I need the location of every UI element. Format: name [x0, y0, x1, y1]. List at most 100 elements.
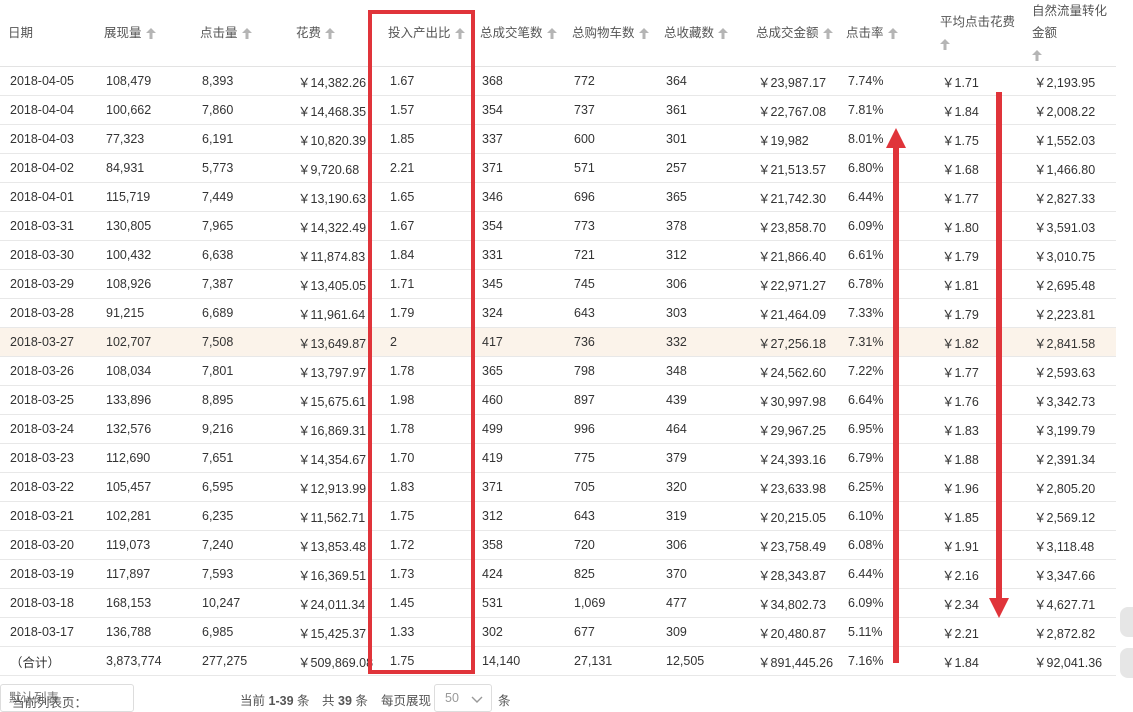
- table-cell: ￥24,562.60: [748, 356, 838, 386]
- table-cell: 2018-03-17: [0, 617, 96, 647]
- table-cell: ￥1.84: [932, 95, 1024, 125]
- column-header-label: 花费: [296, 26, 322, 40]
- sort-up-arrow-icon[interactable]: [145, 28, 156, 40]
- table-cell: 499: [472, 414, 564, 444]
- table-cell: ￥21,513.57: [748, 153, 838, 183]
- table-cell: ￥2.34: [932, 588, 1024, 618]
- table-cell: ￥1.82: [932, 327, 1024, 357]
- column-header[interactable]: 点击率: [838, 0, 932, 67]
- sort-up-arrow-icon[interactable]: [822, 28, 833, 40]
- table-cell: ￥3,118.48: [1024, 530, 1116, 560]
- table-cell: 2018-03-20: [0, 530, 96, 560]
- table-cell: 696: [564, 182, 656, 212]
- table-cell: ￥1.77: [932, 182, 1024, 212]
- table-cell: ￥20,215.05: [748, 501, 838, 531]
- table-row: 2018-03-17 136,788 6,985 ￥15,425.37 1.33 302 6…: [0, 617, 1116, 647]
- table-cell: 7.74%: [838, 66, 932, 96]
- column-header-label: 总成交金额: [756, 26, 819, 40]
- table-cell: 100,662: [96, 95, 192, 125]
- table-cell: ￥21,866.40: [748, 240, 838, 270]
- table-row: 2018-04-04 100,662 7,860 ￥14,468.35 1.57 354 7…: [0, 95, 1116, 125]
- sort-up-arrow-icon[interactable]: [718, 28, 729, 40]
- column-header[interactable]: 花费: [288, 0, 380, 67]
- table-cell: 346: [472, 182, 564, 212]
- table-cell: 108,926: [96, 269, 192, 299]
- table-cell: ￥15,675.61: [288, 385, 380, 415]
- total-count-text: 共 39 条: [322, 694, 368, 708]
- table-cell: 277,275: [192, 646, 288, 676]
- sort-up-arrow-icon[interactable]: [241, 28, 252, 40]
- table-row: 2018-04-05 108,479 8,393 ￥14,382.26 1.67 368 7…: [0, 66, 1116, 96]
- column-header[interactable]: 点击量: [192, 0, 288, 67]
- table-cell: 370: [656, 559, 748, 589]
- table-cell: 332: [656, 327, 748, 357]
- sort-up-arrow-icon[interactable]: [454, 28, 465, 40]
- table-cell: ￥1.75: [932, 124, 1024, 154]
- table-cell: 772: [564, 66, 656, 96]
- table-cell: ￥14,468.35: [288, 95, 380, 125]
- sort-up-arrow-icon[interactable]: [1032, 50, 1042, 62]
- table-cell: 2018-03-26: [0, 356, 96, 386]
- chevron-down-icon: [471, 693, 483, 707]
- sort-up-arrow-icon[interactable]: [325, 28, 336, 40]
- sort-up-arrow-icon[interactable]: [940, 39, 950, 51]
- column-header[interactable]: 总购物车数: [564, 0, 656, 67]
- table-cell: ￥23,987.17: [748, 66, 838, 96]
- table-cell: 477: [656, 588, 748, 618]
- table-row: 2018-03-23 112,690 7,651 ￥14,354.67 1.70 419 7…: [0, 443, 1116, 473]
- column-header[interactable]: 投入产出比: [380, 0, 472, 67]
- table-cell: 371: [472, 472, 564, 502]
- table-cell: 102,707: [96, 327, 192, 357]
- table-cell: ￥13,853.48: [288, 530, 380, 560]
- table-cell: 1.79: [380, 298, 472, 328]
- table-cell: 2018-03-28: [0, 298, 96, 328]
- table-cell: 306: [656, 530, 748, 560]
- table-cell: 2018-03-19: [0, 559, 96, 589]
- table-cell: ￥11,961.64: [288, 298, 380, 328]
- sort-up-arrow-icon[interactable]: [887, 28, 898, 40]
- table-cell: 2018-04-03: [0, 124, 96, 154]
- table-cell: ￥23,858.70: [748, 211, 838, 241]
- table-cell: 6.44%: [838, 559, 932, 589]
- table-cell: 2.21: [380, 153, 472, 183]
- table-cell: 312: [472, 501, 564, 531]
- table-cell: 7,801: [192, 356, 288, 386]
- table-row: 2018-03-19 117,897 7,593 ￥16,369.51 1.73 424 8…: [0, 559, 1116, 589]
- column-header-label: 日期: [8, 26, 34, 40]
- table-cell: 331: [472, 240, 564, 270]
- column-header[interactable]: 日期: [0, 0, 96, 67]
- column-header-label: 点击率: [846, 26, 884, 40]
- table-row: 2018-04-03 77,323 6,191 ￥10,820.39 1.85 337 60…: [0, 124, 1116, 154]
- table-cell: 371: [472, 153, 564, 183]
- table-cell: 825: [564, 559, 656, 589]
- table-cell: 10,247: [192, 588, 288, 618]
- table-row: 2018-03-25 133,896 8,895 ￥15,675.61 1.98 460 8…: [0, 385, 1116, 415]
- sort-up-arrow-icon[interactable]: [546, 28, 557, 40]
- table-cell: 2018-04-04: [0, 95, 96, 125]
- table-cell: 354: [472, 95, 564, 125]
- table-cell: ￥2,223.81: [1024, 298, 1116, 328]
- table-cell: 6.61%: [838, 240, 932, 270]
- sort-up-arrow-icon[interactable]: [638, 28, 649, 40]
- column-header[interactable]: 总成交金额: [748, 0, 838, 67]
- side-panel-toggle[interactable]: [1120, 648, 1133, 678]
- table-cell: 6.09%: [838, 588, 932, 618]
- table-cell: ￥16,869.31: [288, 414, 380, 444]
- table-cell: 115,719: [96, 182, 192, 212]
- table-cell: 358: [472, 530, 564, 560]
- table-cell: 1.70: [380, 443, 472, 473]
- table-cell: 168,153: [96, 588, 192, 618]
- pagination-footer: 当前列表页： 当前 1-39 条 共 39 条 每页展现 50 条: [0, 684, 1133, 712]
- column-header[interactable]: 平均点击花费: [932, 0, 1024, 67]
- table-cell: ￥1,552.03: [1024, 124, 1116, 154]
- column-header[interactable]: 自然流量转化金额: [1024, 0, 1116, 67]
- table-cell: 2018-03-22: [0, 472, 96, 502]
- table-cell: 1.78: [380, 414, 472, 444]
- table-cell: 7.22%: [838, 356, 932, 386]
- column-header[interactable]: 总成交笔数: [472, 0, 564, 67]
- table-cell: 1.33: [380, 617, 472, 647]
- column-header[interactable]: 展现量: [96, 0, 192, 67]
- table-cell: 1.67: [380, 66, 472, 96]
- column-header[interactable]: 总收藏数: [656, 0, 748, 67]
- side-panel-toggle[interactable]: [1120, 607, 1133, 637]
